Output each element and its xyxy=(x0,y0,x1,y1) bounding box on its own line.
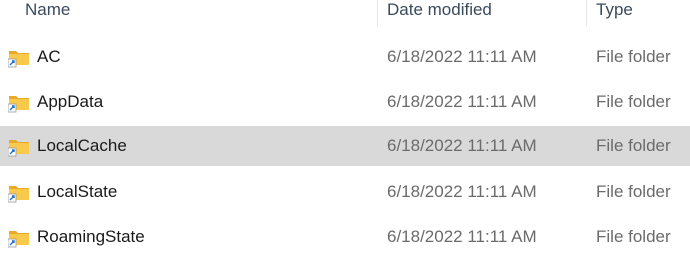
file-date-modified: 6/18/2022 11:11 AM xyxy=(387,182,537,201)
file-date-modified: 6/18/2022 11:11 AM xyxy=(387,136,537,155)
file-date-modified: 6/18/2022 11:11 AM xyxy=(387,47,537,66)
column-header-name[interactable]: Name xyxy=(25,0,375,26)
file-type: File folder xyxy=(596,227,671,246)
column-divider[interactable] xyxy=(377,0,378,26)
file-row-localstate[interactable]: LocalState 6/18/2022 11:11 AM File folde… xyxy=(0,172,690,212)
column-header-bar: Name Date modified Type xyxy=(0,0,690,26)
file-name: LocalState xyxy=(37,182,118,201)
file-name: AppData xyxy=(37,92,104,111)
file-date-modified: 6/18/2022 11:11 AM xyxy=(387,92,537,111)
file-name: AC xyxy=(37,47,61,66)
column-header-date-modified[interactable]: Date modified xyxy=(387,0,585,26)
file-row-roamingstate[interactable]: RoamingState 6/18/2022 11:11 AM File fol… xyxy=(0,217,690,257)
file-row-appdata[interactable]: AppData 6/18/2022 11:11 AM File folder xyxy=(0,82,690,122)
file-type: File folder xyxy=(596,47,671,66)
column-header-type[interactable]: Type xyxy=(596,0,690,26)
file-type: File folder xyxy=(596,136,671,155)
file-type: File folder xyxy=(596,182,671,201)
folder-shortcut-icon xyxy=(7,137,31,157)
column-divider[interactable] xyxy=(586,0,587,26)
file-list: Name Date modified Type AC 6/18/2022 11:… xyxy=(0,0,690,263)
file-row-localcache[interactable]: LocalCache 6/18/2022 11:11 AM File folde… xyxy=(0,126,690,166)
folder-shortcut-icon xyxy=(7,48,31,68)
file-date-modified: 6/18/2022 11:11 AM xyxy=(387,227,537,246)
folder-shortcut-icon xyxy=(7,183,31,203)
folder-shortcut-icon xyxy=(7,93,31,113)
file-type: File folder xyxy=(596,92,671,111)
file-row-ac[interactable]: AC 6/18/2022 11:11 AM File folder xyxy=(0,37,690,77)
file-name: LocalCache xyxy=(37,136,127,155)
file-name: RoamingState xyxy=(37,227,145,246)
folder-shortcut-icon xyxy=(7,228,31,248)
